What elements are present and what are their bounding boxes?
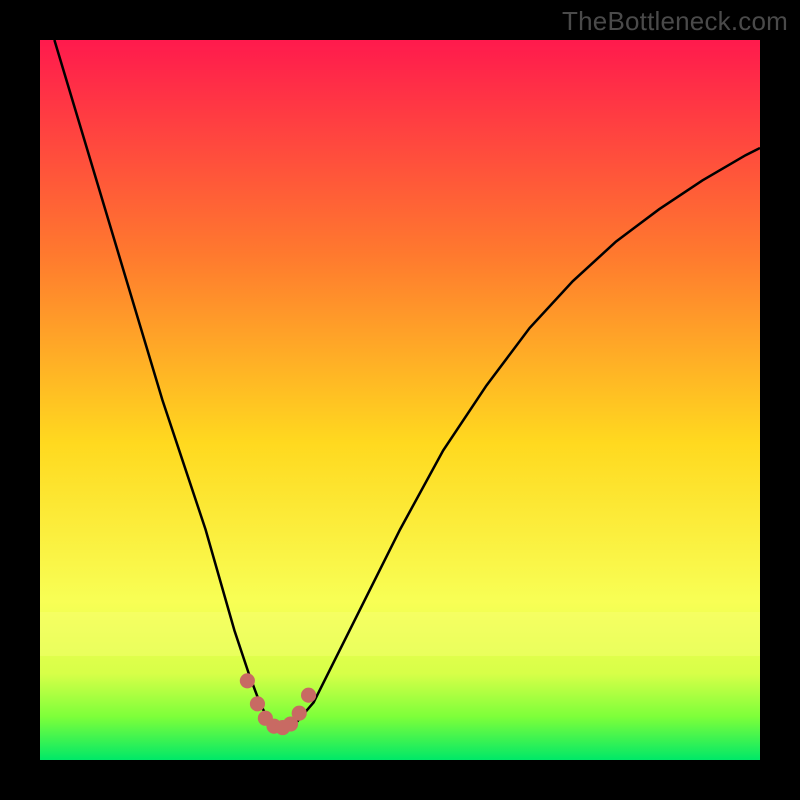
- plot-area: [40, 40, 760, 760]
- highlight-dot: [250, 696, 265, 711]
- chart-frame: TheBottleneck.com: [0, 0, 800, 800]
- highlight-dot: [240, 673, 255, 688]
- highlight-dot: [292, 706, 307, 721]
- bottleneck-curve-path: [54, 40, 760, 731]
- watermark-text: TheBottleneck.com: [562, 6, 788, 37]
- highlight-markers: [240, 673, 316, 735]
- curve-layer: [40, 40, 760, 760]
- highlight-dot: [301, 688, 316, 703]
